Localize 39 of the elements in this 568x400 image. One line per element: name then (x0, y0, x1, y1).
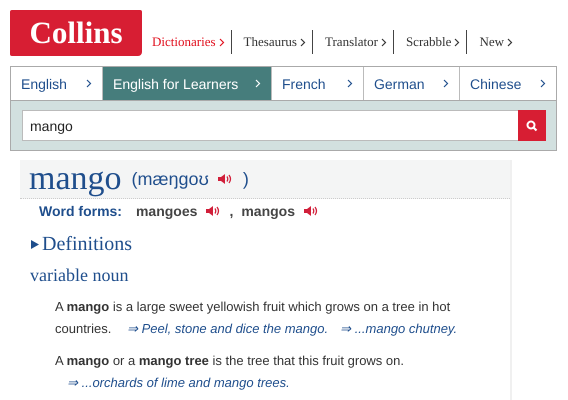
definition-text: A mango or a mango tree is the tree that this fruit grows on. ⇒ ...orchards of lime and mango trees. (55, 352, 405, 392)
speaker-icon[interactable] (303, 205, 320, 217)
section-heading[interactable]: Definitions (42, 233, 132, 256)
word-forms-label: Word forms: (39, 203, 122, 219)
headword: mango (29, 162, 122, 196)
separator: , (229, 203, 234, 219)
nav-link[interactable]: Dictionaries (150, 30, 232, 54)
chevron-icon (540, 79, 546, 88)
chevron-icon (86, 79, 92, 88)
expand-triangle-icon[interactable] (31, 240, 39, 249)
nav-link[interactable]: New (477, 30, 519, 54)
chevron-icon (380, 38, 387, 46)
nav-link[interactable]: Thesaurus (242, 30, 313, 54)
pronunciation: (mæŋgoʊ (132, 168, 209, 190)
language-tab[interactable]: English for Learners (103, 67, 272, 100)
grammar-label: variable noun (29, 264, 130, 286)
search-icon (526, 120, 538, 132)
speaker-icon[interactable] (205, 205, 222, 217)
example-sentence: ⇒ ...orchards of lime and mango trees. (67, 375, 290, 390)
search-field[interactable]: mango (22, 110, 518, 141)
word-form: mangos (241, 203, 296, 219)
definition-text: A mango is a large sweet yellowish fruit which grows on a tree in hot countries. ⇒ Peel, stone and dice the mango. ⇒ ...mango chutney. (55, 298, 458, 338)
word-form: mangoes (136, 203, 198, 219)
speaker-icon[interactable] (216, 173, 233, 185)
chevron-icon (506, 38, 513, 46)
search-button[interactable] (518, 110, 546, 141)
language-tab[interactable]: Chinese (460, 67, 556, 100)
chevron-icon (454, 38, 460, 46)
example-sentence: ⇒ ...mango chutney. (340, 321, 458, 336)
pronunciation-bracket: ) (242, 168, 249, 190)
chevron-icon (300, 38, 306, 46)
logo[interactable]: Collins (10, 10, 142, 56)
nav-link[interactable]: Translator (322, 30, 394, 54)
chevron-icon (443, 79, 449, 88)
example-sentence: ⇒ Peel, stone and dice the mango. (127, 321, 328, 336)
nav-link[interactable]: Scrabble (404, 30, 468, 54)
chevron-icon (347, 79, 353, 88)
chevron-icon (218, 38, 225, 46)
chevron-icon (255, 79, 261, 88)
